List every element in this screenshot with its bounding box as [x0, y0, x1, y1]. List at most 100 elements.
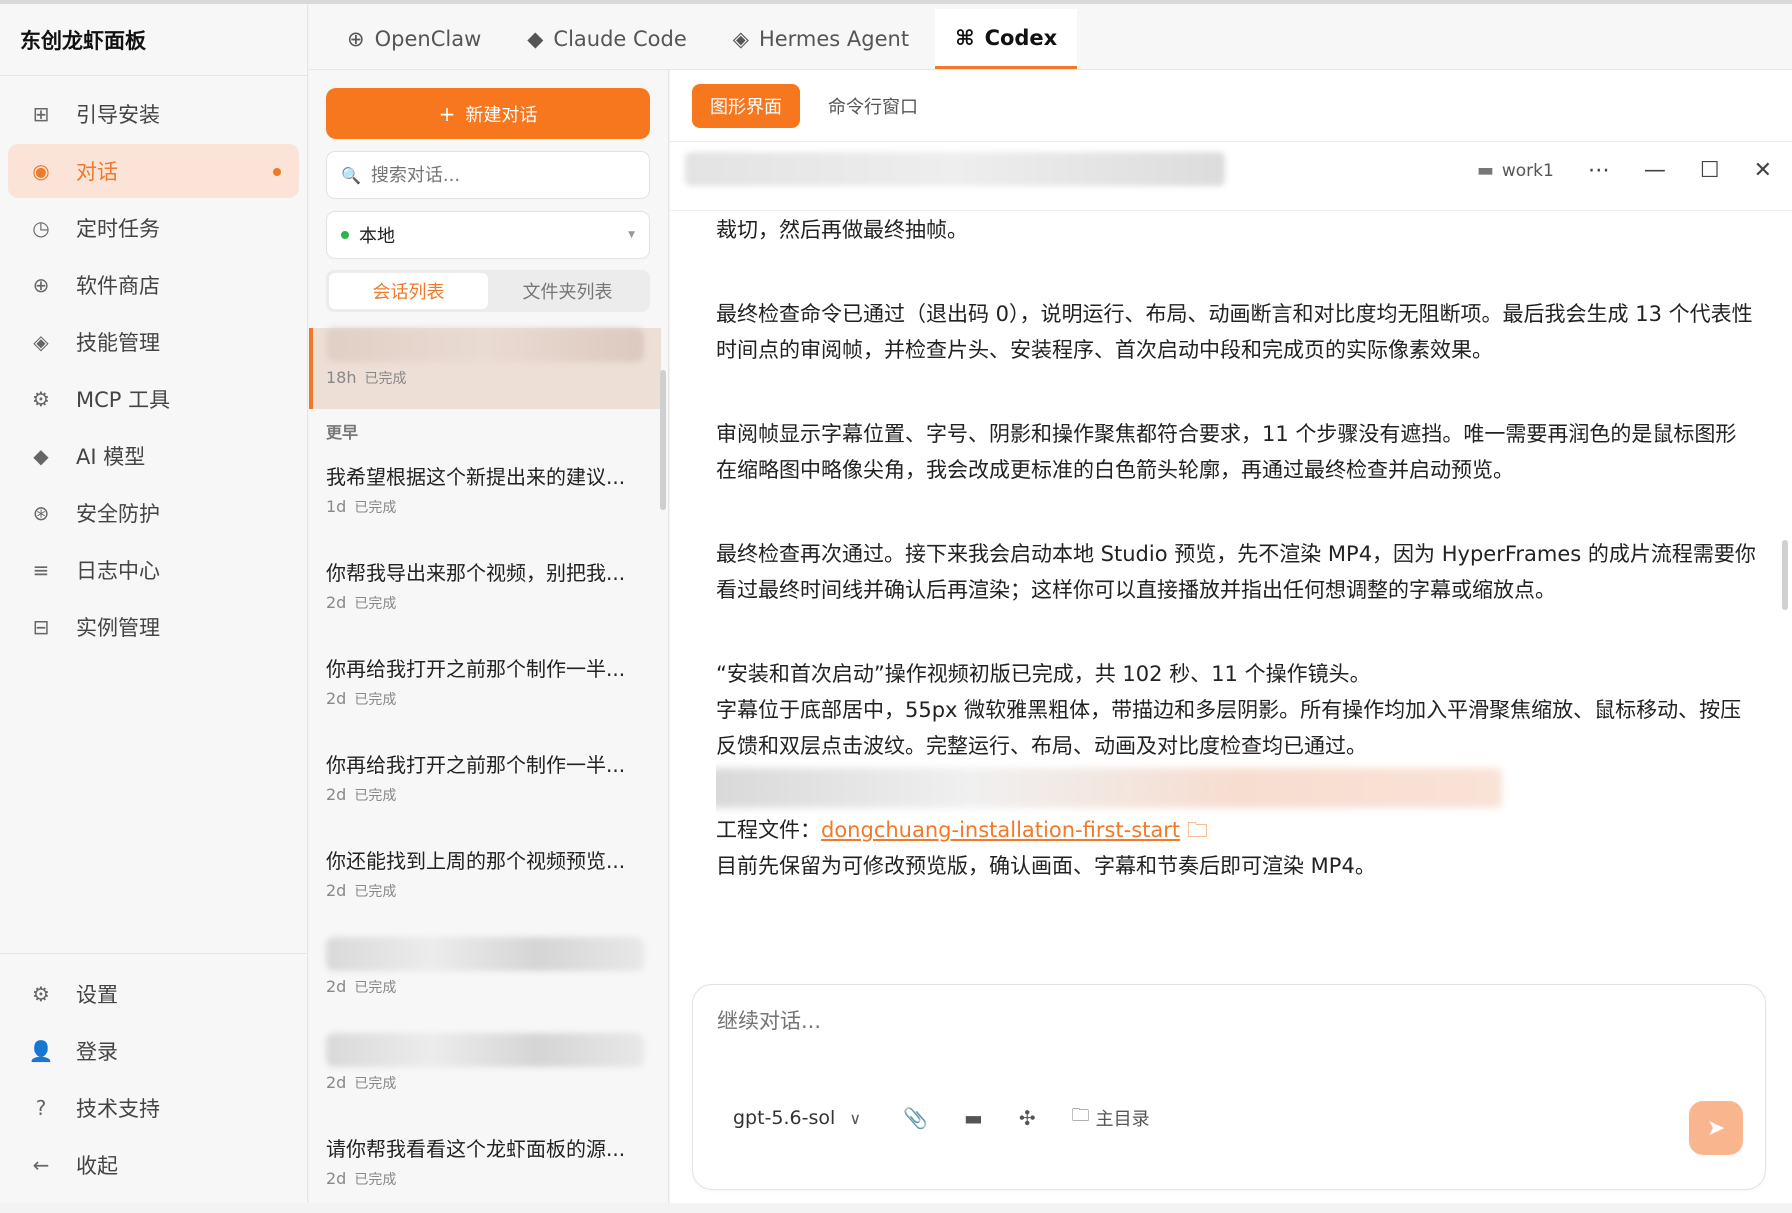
conversation-time: 2d [326, 1073, 347, 1092]
instance-icon: ⊟ [32, 615, 50, 639]
maximize-icon[interactable]: ☐ [1700, 158, 1720, 183]
arrow-left-icon: ← [32, 1153, 50, 1177]
list-toggle: 会话列表 文件夹列表 [326, 270, 650, 312]
sidebar-item-settings[interactable]: ⚙ 设置 [8, 967, 299, 1021]
sidebar-item-logs[interactable]: ≡ 日志中心 [8, 543, 299, 597]
redacted-title [326, 1033, 644, 1067]
conversation-title: 请你帮我看看这个龙虾面板的源... [326, 1137, 626, 1161]
help-icon: ? [35, 1096, 47, 1120]
project-link[interactable]: dongchuang-installation-first-start [821, 818, 1180, 842]
sidebar-item-collapse[interactable]: ← 收起 [8, 1138, 299, 1192]
sidebar-item-label: 安全防护 [76, 502, 160, 526]
close-icon[interactable]: ✕ [1754, 158, 1772, 183]
conversation-title: 你还能找到上周的那个视频预览... [326, 849, 626, 873]
sidebar-item-login[interactable]: 👤 登录 [8, 1024, 299, 1078]
redacted-title [326, 937, 644, 971]
command-icon: ⌘ [955, 25, 975, 50]
sidebar-item-setup[interactable]: ⊞ 引导安装 [8, 87, 299, 141]
conversation-status: 已完成 [354, 1076, 397, 1092]
conversation-meta: 2d 已完成 [326, 977, 643, 997]
active-dot [273, 168, 281, 176]
tab-codex[interactable]: ⌘ Codex [935, 9, 1078, 69]
chat-input[interactable] [715, 1003, 1715, 1063]
sparkle-icon: ◆ [33, 444, 49, 468]
mode-cli-button[interactable]: 命令行窗口 [810, 84, 936, 128]
sidebar-item-label: 对话 [76, 160, 118, 184]
chat-panel: 图形界面 命令行窗口 ▬ work1 ⋯ — ☐ ✕ 裁切，然后再做最终抽帧。 … [670, 70, 1792, 1203]
tab-hermes-agent[interactable]: ◈ Hermes Agent [713, 9, 929, 69]
grid-icon: ⊞ [32, 102, 50, 126]
sidebar-item-chat[interactable]: ◉ 对话 [8, 144, 299, 198]
segment-sessions[interactable]: 会话列表 [329, 273, 488, 309]
conversation-time: 2d [326, 1169, 347, 1188]
sidebar-item-mcp-tools[interactable]: ⚙ MCP 工具 [8, 372, 299, 426]
list-item[interactable]: 你还能找到上周的那个视频预览... 2d 已完成 [309, 829, 661, 925]
tab-claude-code[interactable]: ◆ Claude Code [507, 9, 707, 69]
folder-icon: ▬ [1476, 160, 1494, 181]
store-icon: ⊕ [32, 273, 50, 297]
sidebar-item-label: AI 模型 [76, 445, 146, 469]
sidebar-bottom: ⚙ 设置 👤 登录 ? 技术支持 ← 收起 [0, 953, 307, 1203]
chat-icon: ◉ [32, 159, 50, 183]
chat-input-box: gpt-5.6-sol ∨ 📎 ▬ ✣ 🗀 主目录 ➤ [692, 984, 1766, 1190]
list-item[interactable]: 你再给我打开之前那个制作一半... 2d 已完成 [309, 733, 661, 829]
chat-scrollbar[interactable] [1782, 540, 1788, 610]
send-button[interactable]: ➤ [1689, 1101, 1743, 1155]
conversation-time: 2d [326, 881, 347, 900]
location-select[interactable]: 本地 ▼ [326, 211, 650, 259]
list-item[interactable]: 我希望根据这个新提出来的建议... 1d 已完成 [309, 445, 661, 541]
message-paragraph: 审阅帧显示字幕位置、字号、阴影和操作聚焦都符合要求，11 个步骤没有遮挡。唯一需… [716, 422, 1737, 482]
mode-gui-button[interactable]: 图形界面 [692, 83, 800, 128]
project-line: 工程文件：dongchuang-installation-first-start… [716, 812, 1756, 848]
list-item[interactable]: 你帮我导出来那个视频，别把我... 2d 已完成 [309, 541, 661, 637]
app-title: 东创龙虾面板 [0, 4, 307, 76]
list-item-selected[interactable]: 18h 已完成 [309, 328, 661, 409]
list-item[interactable]: 你再给我打开之前那个制作一半... 2d 已完成 [309, 637, 661, 733]
workspace-folder[interactable]: work1 [1502, 161, 1554, 181]
message-paragraph: 最终检查再次通过。接下来我会启动本地 Studio 预览，先不渲染 MP4，因为… [716, 542, 1756, 602]
gear-icon: ⚙ [32, 387, 50, 411]
sidebar-item-scheduled-tasks[interactable]: ◷ 定时任务 [8, 201, 299, 255]
tab-openclaw[interactable]: ⊕ OpenClaw [327, 9, 501, 69]
home-dir-label: 主目录 [1095, 1109, 1150, 1130]
sidebar-item-store[interactable]: ⊕ 软件商店 [8, 258, 299, 312]
conversation-status: 已完成 [354, 500, 397, 516]
conversation-column: + 新建对话 🔍 本地 ▼ 会话列表 文件夹列表 18h 已完成 更早 我希望根据… [309, 70, 669, 1203]
folder-icon[interactable]: ▬ [964, 1106, 983, 1130]
diamond-icon: ◈ [33, 330, 49, 354]
list-scrollbar[interactable] [660, 370, 666, 510]
message-paragraph: “安装和首次启动”操作视频初版已完成，共 102 秒、11 个操作镜头。 [716, 662, 1371, 686]
sidebar-item-ai-models[interactable]: ◆ AI 模型 [8, 429, 299, 483]
segment-folders[interactable]: 文件夹列表 [488, 273, 647, 309]
message-paragraph: 最终检查命令已通过（退出码 0），说明运行、布局、动画断言和对比度均无阻断项。最… [716, 302, 1753, 362]
conversation-time: 1d [326, 497, 347, 516]
sidebar-item-support[interactable]: ? 技术支持 [8, 1081, 299, 1135]
redacted-title [326, 328, 644, 362]
sidebar-item-security[interactable]: ⊛ 安全防护 [8, 486, 299, 540]
list-item[interactable]: 2d 已完成 [309, 925, 661, 1021]
attach-icon[interactable]: 📎 [903, 1106, 928, 1130]
sidebar-item-label: 技能管理 [76, 331, 160, 355]
sidebar-item-skills[interactable]: ◈ 技能管理 [8, 315, 299, 369]
more-icon[interactable]: ⋯ [1588, 158, 1610, 183]
conversation-title: 我希望根据这个新提出来的建议... [326, 465, 626, 489]
sidebar-item-label: 设置 [76, 983, 118, 1007]
search-input[interactable] [368, 163, 629, 187]
list-item[interactable]: 2d 已完成 [309, 1021, 661, 1117]
home-dir-button[interactable]: 🗀 主目录 [1072, 1103, 1150, 1133]
conversation-meta: 2d 已完成 [326, 689, 643, 709]
new-conversation-button[interactable]: + 新建对话 [326, 88, 650, 139]
tab-label: Hermes Agent [758, 27, 910, 51]
model-selector[interactable]: gpt-5.6-sol ∨ [733, 1107, 861, 1129]
status-dot [341, 231, 349, 239]
tab-label: Claude Code [553, 27, 687, 51]
minimize-icon[interactable]: — [1644, 158, 1666, 183]
conversation-status: 已完成 [354, 884, 397, 900]
search-field[interactable]: 🔍 [326, 151, 650, 199]
conversation-meta: 2d 已完成 [326, 1169, 643, 1189]
plugin-icon[interactable]: ✣ [1019, 1106, 1036, 1130]
folder-icon[interactable]: 🗀 [1187, 818, 1208, 842]
globe-icon: ⊕ [347, 27, 365, 51]
sidebar-item-instances[interactable]: ⊟ 实例管理 [8, 600, 299, 654]
list-item[interactable]: 请你帮我看看这个龙虾面板的源... 2d 已完成 [309, 1117, 661, 1213]
